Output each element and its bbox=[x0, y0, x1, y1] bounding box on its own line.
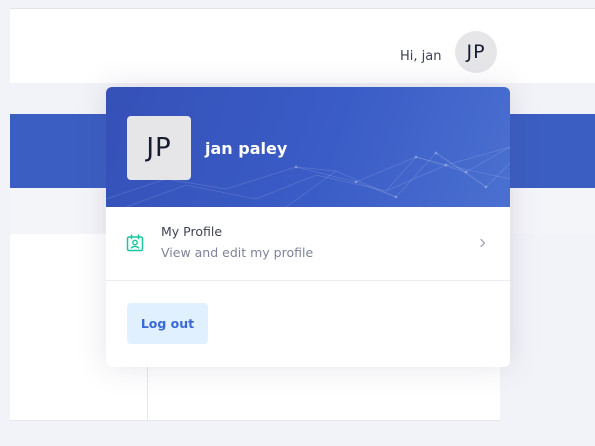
user-greeting: Hi, jan bbox=[400, 49, 442, 64]
menu-item-title: My Profile bbox=[161, 224, 223, 239]
user-profile-dropdown: JP jan paley My Profile View and edit my… bbox=[106, 87, 510, 367]
top-header-bar bbox=[10, 8, 595, 83]
chevron-right-icon bbox=[480, 238, 486, 248]
profile-avatar-initials: JP bbox=[146, 133, 172, 163]
my-profile-menu-item[interactable]: My Profile View and edit my profile bbox=[106, 207, 510, 281]
profile-card-icon bbox=[126, 234, 144, 252]
avatar-initials: JP bbox=[466, 41, 486, 63]
dropdown-header: JP jan paley bbox=[106, 87, 510, 207]
content-divider bbox=[147, 366, 148, 421]
profile-user-name: jan paley bbox=[205, 139, 288, 158]
logout-button[interactable]: Log out bbox=[127, 303, 208, 344]
menu-item-subtitle: View and edit my profile bbox=[161, 245, 314, 260]
profile-avatar: JP bbox=[127, 116, 191, 180]
user-avatar-button[interactable]: JP bbox=[455, 31, 497, 73]
